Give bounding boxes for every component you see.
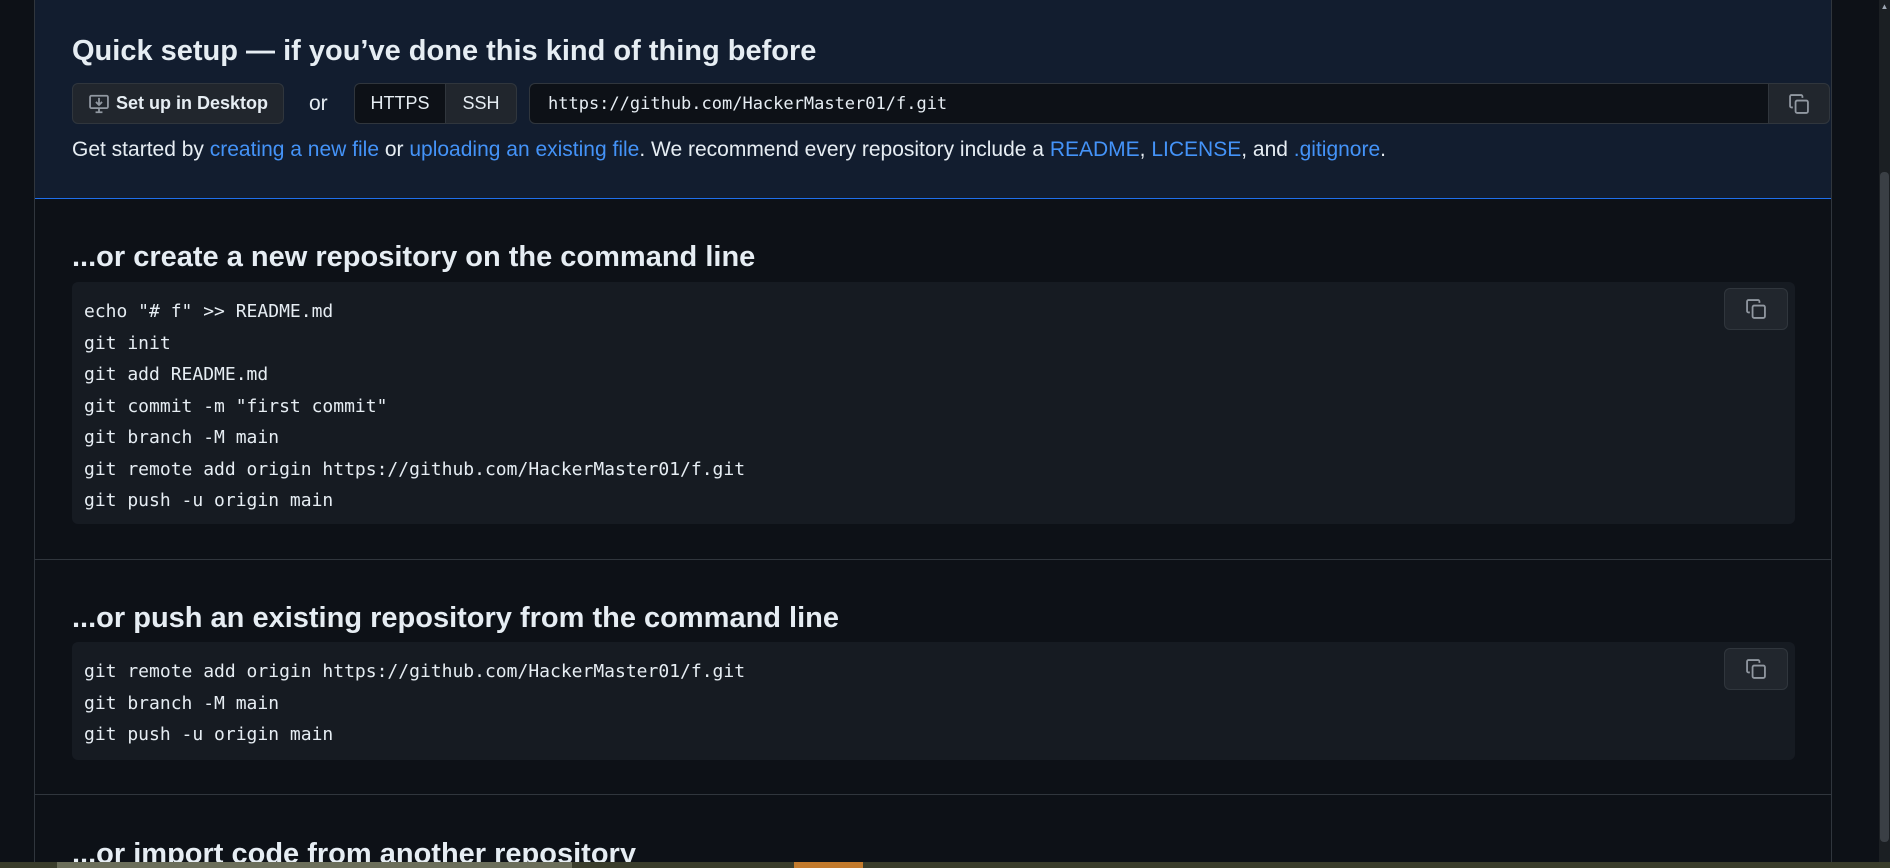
horizontal-scrollbar-thumb[interactable]	[57, 862, 572, 868]
new-repo-section: ...or create a new repository on the com…	[35, 199, 1831, 560]
intro-sep1: ,	[1139, 138, 1152, 161]
intro-suffix: .	[1380, 138, 1386, 161]
copy-icon	[1788, 93, 1810, 115]
intro-recommend: . We recommend every repository include …	[639, 138, 1050, 161]
import-code-section: ...or import code from another repositor…	[35, 795, 1831, 868]
create-new-file-link[interactable]: creating a new file	[210, 138, 379, 161]
copy-new-repo-commands-button[interactable]	[1724, 288, 1788, 330]
desktop-download-icon	[88, 93, 110, 115]
code-line: git push -u origin main	[84, 490, 334, 511]
code-line: git commit -m "first commit"	[84, 395, 388, 417]
code-line: git init	[84, 332, 171, 354]
code-line: git remote add origin https://github.com…	[84, 661, 746, 682]
copy-push-commands-button[interactable]	[1724, 648, 1788, 690]
setup-desktop-button[interactable]: Set up in Desktop	[72, 83, 284, 124]
new-repo-title: ...or create a new repository on the com…	[72, 241, 756, 273]
readme-link[interactable]: README	[1050, 138, 1140, 161]
protocol-toggle: HTTPS SSH	[354, 83, 517, 124]
push-existing-title: ...or push an existing repository from t…	[72, 602, 840, 634]
upload-existing-file-link[interactable]: uploading an existing file	[409, 138, 639, 161]
intro-or: or	[379, 138, 410, 161]
code-line: git branch -M main	[84, 692, 280, 714]
code-line: echo "# f" >> README.md	[84, 301, 334, 322]
license-link[interactable]: LICENSE	[1151, 138, 1241, 161]
copy-icon	[1745, 658, 1767, 680]
code-line: git push -u origin main	[84, 724, 334, 745]
gitignore-link[interactable]: .gitignore	[1294, 138, 1380, 161]
setup-desktop-label: Set up in Desktop	[115, 93, 268, 113]
getting-started-text: Get started by creating a new file or up…	[72, 138, 1386, 162]
scroll-up-arrow-icon[interactable]: ▲	[1880, 0, 1889, 14]
code-line: git remote add origin https://github.com…	[84, 458, 746, 480]
taskbar-active-indicator	[794, 862, 863, 868]
code-line: git branch -M main	[84, 427, 280, 448]
copy-icon	[1745, 298, 1767, 320]
page: Quick setup — if you’ve done this kind o…	[0, 0, 1890, 868]
push-existing-section: ...or push an existing repository from t…	[35, 560, 1831, 795]
code-line: git add README.md	[84, 364, 269, 385]
ssh-button[interactable]: SSH	[446, 83, 517, 124]
quick-setup-box: Quick setup — if you’ve done this kind o…	[35, 0, 1831, 199]
intro-sep2: , and	[1241, 138, 1294, 161]
vertical-scrollbar-thumb[interactable]	[1880, 172, 1889, 842]
or-label: or	[309, 92, 328, 115]
repo-setup-container: Quick setup — if you’ve done this kind o…	[34, 0, 1832, 868]
intro-prefix: Get started by	[72, 138, 210, 161]
copy-url-button[interactable]	[1768, 83, 1830, 124]
push-existing-code-block: git remote add origin https://github.com…	[72, 642, 1795, 760]
clone-url-input[interactable]	[529, 83, 1769, 124]
quick-setup-title: Quick setup — if you’ve done this kind o…	[72, 35, 817, 67]
new-repo-code-block: echo "# f" >> README.md git init git add…	[72, 282, 1795, 524]
https-button[interactable]: HTTPS	[354, 83, 446, 124]
